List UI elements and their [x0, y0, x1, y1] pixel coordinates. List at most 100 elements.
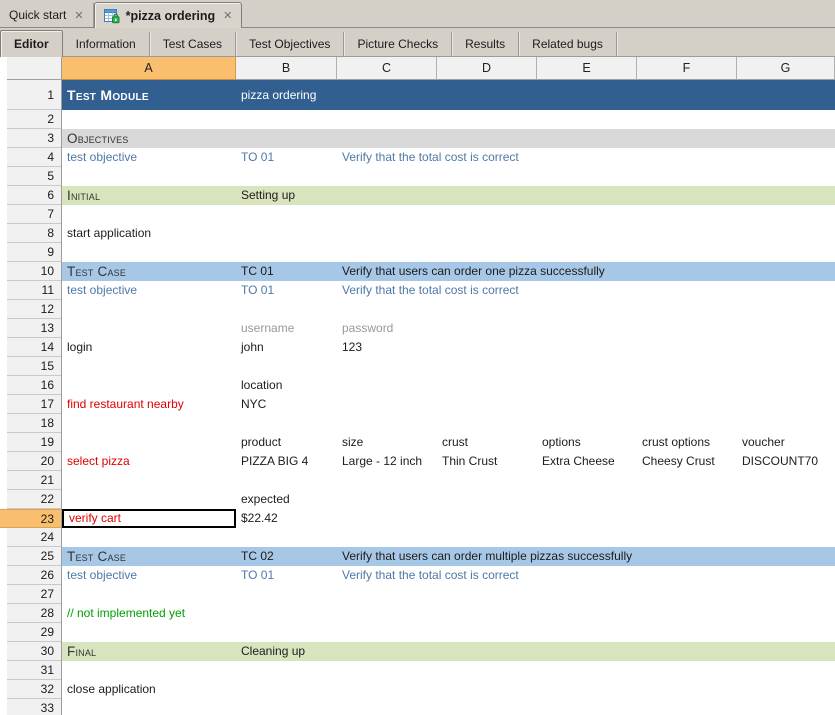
tab-test-objectives[interactable]: Test Objectives — [236, 32, 344, 56]
cell-C4[interactable]: Verify that the total cost is correct — [337, 148, 437, 167]
column-header-C[interactable]: C — [337, 57, 437, 80]
cell-B26[interactable]: TO 01 — [236, 566, 337, 585]
row-header-28[interactable]: 28 — [7, 604, 61, 623]
row-header-19[interactable]: 19 — [7, 433, 61, 452]
row-header-9[interactable]: 9 — [7, 243, 61, 262]
cell-C10[interactable]: Verify that users can order one pizza su… — [337, 262, 437, 281]
cell-A14[interactable]: login — [62, 338, 236, 357]
row-header-24[interactable]: 24 — [7, 528, 61, 547]
cell-A8[interactable]: start application — [62, 224, 236, 243]
cell-A28[interactable]: // not implemented yet — [62, 604, 236, 623]
cell-A30[interactable]: Final — [62, 642, 236, 661]
row-header-26[interactable]: 26 — [7, 566, 61, 585]
cell-E20[interactable]: Extra Cheese — [537, 452, 637, 471]
row-header-3[interactable]: 3 — [7, 129, 61, 148]
row-header-33[interactable]: 33 — [7, 699, 61, 715]
tab-test-cases[interactable]: Test Cases — [150, 32, 236, 56]
row-header-6[interactable]: 6 — [7, 186, 61, 205]
cell-B6[interactable]: Setting up — [236, 186, 337, 205]
row-header-31[interactable]: 31 — [7, 661, 61, 680]
cell-B23[interactable]: $22.42 — [236, 509, 337, 528]
cell-B11[interactable]: TO 01 — [236, 281, 337, 300]
cell-A23[interactable]: verify cart — [62, 509, 236, 528]
cell-D19[interactable]: crust — [437, 433, 537, 452]
cell-C20[interactable]: Large - 12 inch — [337, 452, 437, 471]
cell-E19[interactable]: options — [537, 433, 637, 452]
cell-B20[interactable]: PIZZA BIG 4 — [236, 452, 337, 471]
tab-editor[interactable]: Editor — [0, 30, 63, 57]
row-header-32[interactable]: 32 — [7, 680, 61, 699]
row-header-17[interactable]: 17 — [7, 395, 61, 414]
close-icon[interactable]: ✕ — [221, 9, 232, 22]
row-header-15[interactable]: 15 — [7, 357, 61, 376]
column-header-F[interactable]: F — [637, 57, 737, 80]
cell-A3[interactable]: Objectives — [62, 129, 236, 148]
cell-G19[interactable]: voucher — [737, 433, 835, 452]
row-header-4[interactable]: 4 — [7, 148, 61, 167]
row-header-5[interactable]: 5 — [7, 167, 61, 186]
row-header-29[interactable]: 29 — [7, 623, 61, 642]
cell-A1[interactable]: Test Module — [62, 80, 236, 110]
grid-corner-cell[interactable] — [7, 57, 62, 80]
cell-F19[interactable]: crust options — [637, 433, 737, 452]
cell-B19[interactable]: product — [236, 433, 337, 452]
cell-B13[interactable]: username — [236, 319, 337, 338]
row-header-30[interactable]: 30 — [7, 642, 61, 661]
column-header-E[interactable]: E — [537, 57, 637, 80]
row-header-16[interactable]: 16 — [7, 376, 61, 395]
row-header-20[interactable]: 20 — [7, 452, 61, 471]
cell-G20[interactable]: DISCOUNT70 — [737, 452, 835, 471]
row-header-21[interactable]: 21 — [7, 471, 61, 490]
cell-B22[interactable]: expected — [236, 490, 337, 509]
cell-B10[interactable]: TC 01 — [236, 262, 337, 281]
tab-information[interactable]: Information — [63, 32, 150, 56]
cell-A4[interactable]: test objective — [62, 148, 236, 167]
cell-F20[interactable]: Cheesy Crust — [637, 452, 737, 471]
cell-A26[interactable]: test objective — [62, 566, 236, 585]
cell-A11[interactable]: test objective — [62, 281, 236, 300]
cell-C25[interactable]: Verify that users can order multiple piz… — [337, 547, 437, 566]
doc-tab-pizza-ordering[interactable]: *pizza ordering✕ — [94, 2, 243, 28]
row-header-14[interactable]: 14 — [7, 338, 61, 357]
cell-A6[interactable]: Initial — [62, 186, 236, 205]
row-header-23[interactable]: 23 — [0, 509, 61, 528]
row-header-12[interactable]: 12 — [7, 300, 61, 319]
row-header-11[interactable]: 11 — [7, 281, 61, 300]
column-header-B[interactable]: B — [236, 57, 337, 80]
cell-A17[interactable]: find restaurant nearby — [62, 395, 236, 414]
cell-A10[interactable]: Test Case — [62, 262, 236, 281]
row-header-1[interactable]: 1 — [7, 80, 61, 110]
sheet-grid[interactable]: Test Modulepizza orderingObjectivestest … — [62, 80, 835, 715]
row-header-8[interactable]: 8 — [7, 224, 61, 243]
row-header-13[interactable]: 13 — [7, 319, 61, 338]
cell-C13[interactable]: password — [337, 319, 437, 338]
tab-results[interactable]: Results — [452, 32, 519, 56]
column-header-D[interactable]: D — [437, 57, 537, 80]
close-icon[interactable]: ✕ — [72, 9, 83, 22]
row-header-10[interactable]: 10 — [7, 262, 61, 281]
cell-C14[interactable]: 123 — [337, 338, 437, 357]
column-header-A[interactable]: A — [62, 57, 236, 80]
doc-tab-quick-start[interactable]: Quick start✕ — [0, 3, 94, 27]
tab-picture-checks[interactable]: Picture Checks — [344, 32, 452, 56]
row-header-2[interactable]: 2 — [7, 110, 61, 129]
cell-C26[interactable]: Verify that the total cost is correct — [337, 566, 437, 585]
cell-C11[interactable]: Verify that the total cost is correct — [337, 281, 437, 300]
cell-A32[interactable]: close application — [62, 680, 236, 699]
cell-C19[interactable]: size — [337, 433, 437, 452]
cell-B17[interactable]: NYC — [236, 395, 337, 414]
cell-B25[interactable]: TC 02 — [236, 547, 337, 566]
cell-B16[interactable]: location — [236, 376, 337, 395]
cell-D20[interactable]: Thin Crust — [437, 452, 537, 471]
row-header-22[interactable]: 22 — [7, 490, 61, 509]
cell-B4[interactable]: TO 01 — [236, 148, 337, 167]
row-header-27[interactable]: 27 — [7, 585, 61, 604]
column-header-G[interactable]: G — [737, 57, 835, 80]
row-header-7[interactable]: 7 — [7, 205, 61, 224]
cell-A20[interactable]: select pizza — [62, 452, 236, 471]
cell-B30[interactable]: Cleaning up — [236, 642, 337, 661]
row-header-25[interactable]: 25 — [7, 547, 61, 566]
tab-related-bugs[interactable]: Related bugs — [519, 32, 617, 56]
row-header-18[interactable]: 18 — [7, 414, 61, 433]
cell-A25[interactable]: Test Case — [62, 547, 236, 566]
